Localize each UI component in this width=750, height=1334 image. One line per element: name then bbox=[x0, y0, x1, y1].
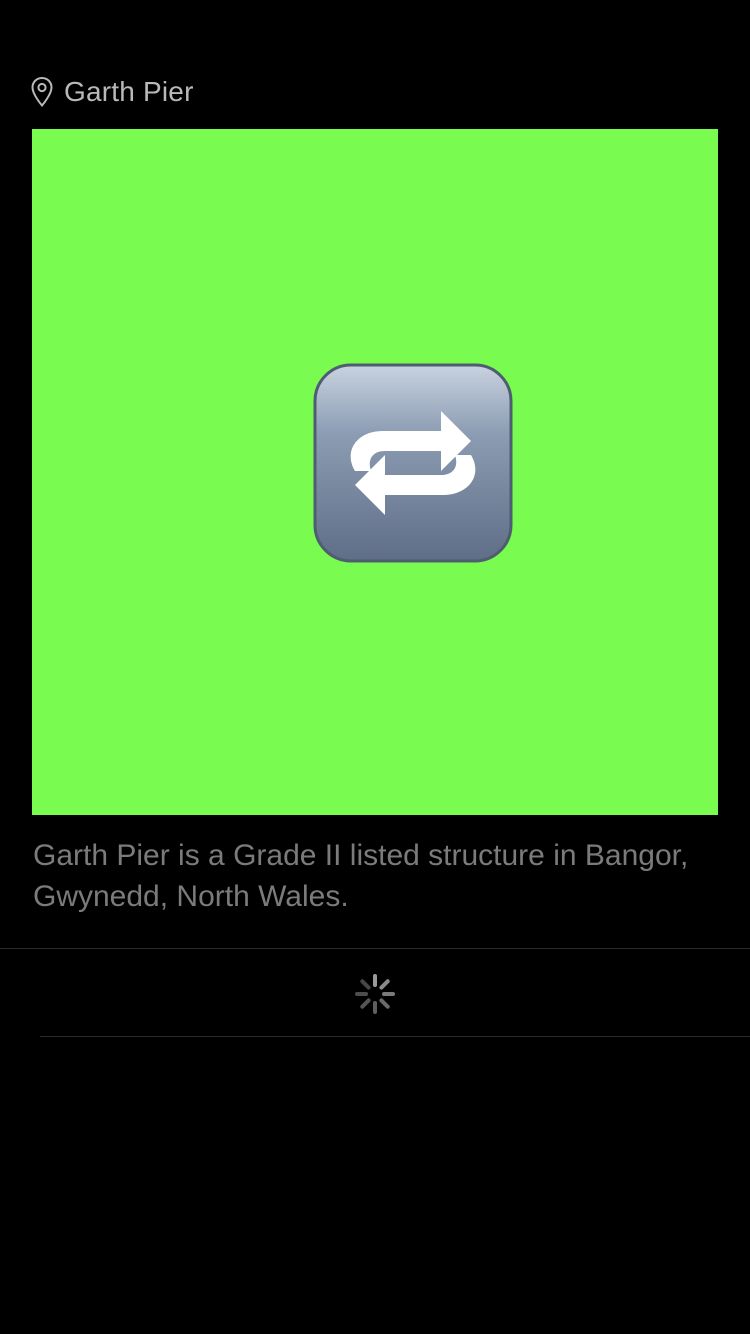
location-row[interactable]: Garth Pier bbox=[30, 74, 194, 110]
activity-spinner-icon bbox=[355, 974, 395, 1014]
media-image[interactable] bbox=[32, 129, 718, 815]
divider bbox=[40, 1036, 750, 1037]
repeat-icon bbox=[313, 363, 513, 563]
divider bbox=[0, 948, 750, 949]
description-text: Garth Pier is a Grade II listed structur… bbox=[33, 839, 689, 913]
screen: Garth Pier Garth Pier is a Grade II list… bbox=[0, 0, 750, 1334]
location-pin-icon bbox=[31, 76, 53, 108]
location-name: Garth Pier bbox=[64, 76, 194, 107]
